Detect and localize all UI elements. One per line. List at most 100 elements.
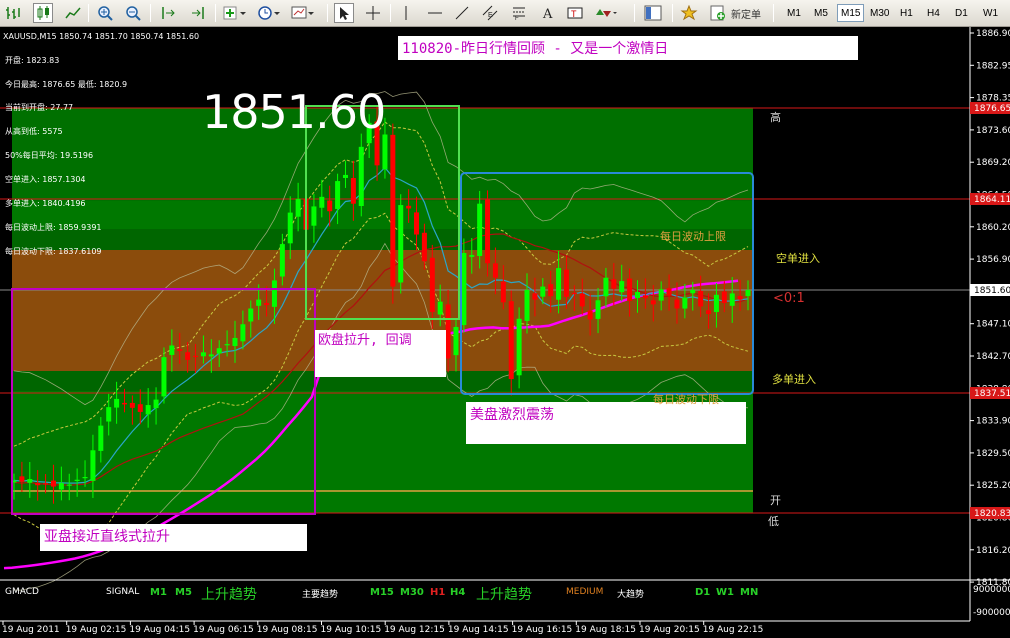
main-toolbar: E F A T 新定单 M1 M5 M15 M30 H1 H4 D1 W1	[0, 0, 1010, 27]
price-axis-label: 1856.90	[976, 255, 1010, 265]
bear-candle	[121, 402, 127, 405]
bull-candle	[469, 255, 475, 257]
bull-candle	[106, 407, 112, 422]
bear-candle	[19, 476, 25, 482]
bull-candle	[358, 146, 364, 207]
new-order-button[interactable]: 新定单	[708, 3, 768, 23]
stat-daily-average: 50%每日平均: 19.5196	[5, 151, 94, 160]
svg-text:A: A	[542, 7, 553, 21]
bear-candle	[264, 303, 270, 306]
time-axis-label: 19 Aug 14:15	[448, 625, 509, 635]
periods-icon[interactable]	[256, 3, 282, 23]
bull-candle	[477, 203, 483, 257]
price-axis-label: 1882.95	[976, 61, 1010, 71]
bull-candle	[713, 294, 719, 312]
bull-candle	[335, 181, 341, 209]
tf2-m30: M30	[400, 587, 424, 598]
time-axis-label: 19 Aug 18:15	[575, 625, 636, 635]
fibonacci-icon[interactable]: F	[509, 3, 529, 23]
stat-upper-limit: 每日波动上限: 1859.9391	[5, 223, 102, 232]
bear-candle	[327, 200, 333, 212]
line-chart-icon[interactable]	[63, 3, 83, 23]
chart-shift-icon[interactable]	[188, 3, 208, 23]
timeframe-d1[interactable]: D1	[951, 4, 972, 22]
indicator-name: GMACD	[5, 587, 39, 597]
bull-candle	[398, 205, 404, 283]
timeframe-h4[interactable]: H4	[923, 4, 944, 22]
svg-text:F: F	[515, 16, 519, 21]
bear-candle	[429, 257, 435, 312]
indicators-icon[interactable]	[222, 3, 248, 23]
us-note[interactable]: 美盘激烈震荡	[466, 402, 746, 444]
bull-candle	[319, 196, 325, 208]
equidistant-channel-icon[interactable]: E	[480, 3, 500, 23]
timeframe-w1[interactable]: W1	[979, 4, 1002, 22]
timeframe-m1[interactable]: M1	[783, 4, 805, 22]
europe-note[interactable]: 欧盘拉升, 回调	[315, 330, 446, 377]
horizontal-line-icon[interactable]	[425, 3, 445, 23]
bear-candle	[350, 177, 356, 204]
bear-candle	[587, 310, 593, 320]
timeframe-m5[interactable]: M5	[810, 4, 832, 22]
arrows-icon[interactable]	[593, 3, 619, 23]
stat-current-to-open: 当前到开盘: 27.77	[5, 103, 74, 112]
trendline-icon[interactable]	[452, 3, 472, 23]
trend1: 上升趋势	[201, 587, 257, 603]
bear-candle	[492, 263, 498, 278]
bear-candle	[737, 296, 743, 300]
stat-long-entry: 多单进入: 1840.4196	[5, 199, 86, 208]
bear-candle	[642, 295, 648, 299]
bull-candle	[145, 405, 151, 415]
price-tag-label: 1837.51	[974, 389, 1010, 399]
bull-candle	[58, 483, 64, 490]
zoom-in-icon[interactable]	[95, 3, 115, 23]
candlestick-icon[interactable]	[33, 3, 53, 23]
chart-area[interactable]: 1886.901882.951878.351873.601869.201864.…	[0, 27, 1010, 638]
tf3-mn: MN	[740, 587, 759, 598]
bull-candle	[342, 174, 348, 178]
bear-candle	[579, 293, 585, 307]
bear-candle	[674, 299, 680, 309]
bear-candle	[571, 292, 577, 295]
bear-candle	[627, 278, 633, 301]
asia-note[interactable]: 亚盘接近直线式拉升	[40, 524, 307, 551]
text-label-icon[interactable]: T	[565, 3, 585, 23]
title-note[interactable]: 110820-昨日行情回顾 - 又是一个激情日	[398, 36, 858, 60]
stat-high-to-low: 从高到低: 5575	[5, 127, 63, 136]
cursor-icon[interactable]	[334, 3, 354, 23]
vertical-line-icon[interactable]	[396, 3, 416, 23]
navigator-icon[interactable]	[643, 3, 663, 23]
label-ratio: <0:1	[773, 291, 805, 306]
bar-chart-icon[interactable]	[3, 3, 23, 23]
timeframe-m15[interactable]: M15	[837, 4, 865, 22]
bull-candle	[256, 299, 262, 306]
auto-scroll-icon[interactable]	[158, 3, 178, 23]
price-axis-label: 1816.20	[976, 546, 1010, 556]
label-high: 高	[770, 111, 781, 124]
tf3-w1: W1	[716, 587, 734, 598]
bear-candle	[706, 310, 712, 314]
timeframe-m30[interactable]: M30	[866, 4, 893, 22]
indicator-axis-label: 9000000	[973, 585, 1010, 595]
bear-candle	[563, 269, 569, 297]
bear-candle	[698, 290, 704, 307]
crosshair-icon[interactable]	[363, 3, 383, 23]
templates-icon[interactable]	[290, 3, 316, 23]
bull-candle	[279, 244, 285, 277]
timeframe-h1[interactable]: H1	[896, 4, 917, 22]
time-axis-label: 19 Aug 22:15	[703, 625, 764, 635]
dark-band-mid	[12, 229, 753, 250]
price-axis-label: 1833.90	[976, 417, 1010, 427]
zoom-out-icon[interactable]	[123, 3, 143, 23]
label-upper-limit: 每日波动上限	[660, 230, 726, 243]
time-axis-label: 19 Aug 12:15	[384, 625, 445, 635]
price-axis-label: 1847.10	[976, 320, 1010, 330]
trend2: 上升趋势	[476, 587, 532, 603]
tf2-m15: M15	[370, 587, 394, 598]
bull-candle	[161, 357, 167, 397]
bull-candle	[295, 198, 301, 217]
time-axis-label: 19 Aug 02:15	[66, 625, 127, 635]
bull-candle	[516, 318, 522, 376]
expert-advisor-icon[interactable]	[679, 3, 699, 23]
text-tool-icon[interactable]: A	[538, 3, 558, 23]
